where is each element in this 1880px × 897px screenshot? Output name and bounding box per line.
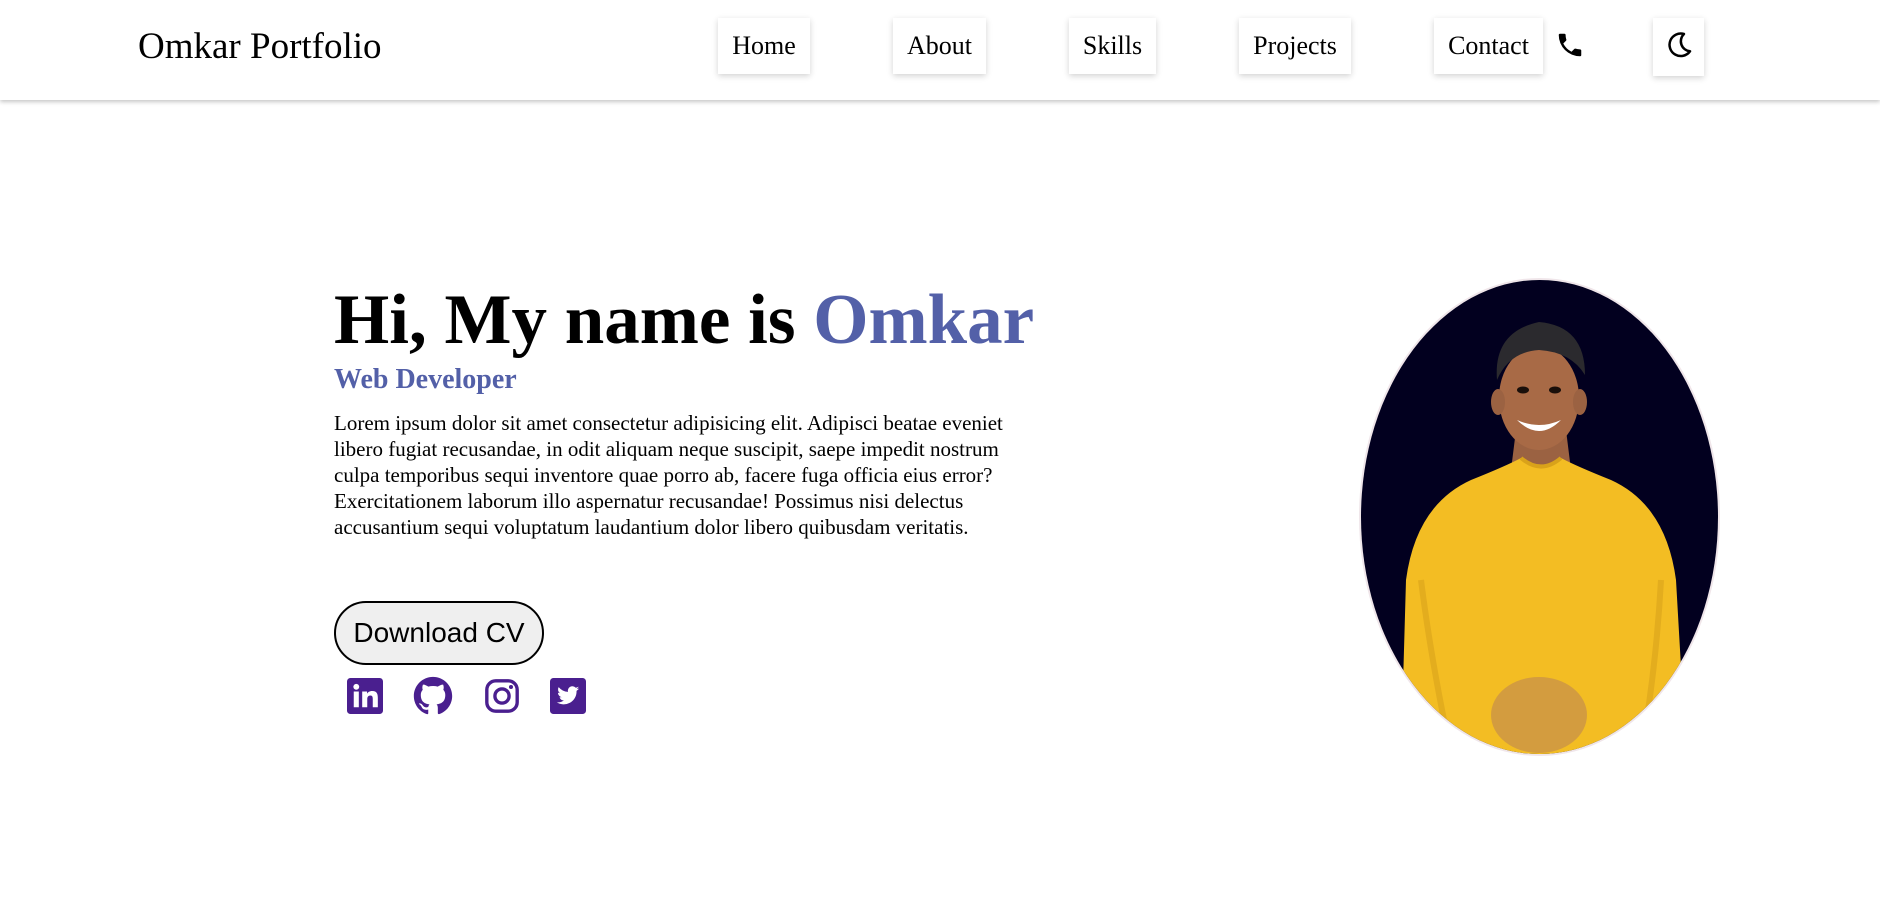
phone-icon[interactable]: [1555, 30, 1585, 60]
github-icon[interactable]: [413, 676, 453, 716]
navbar: Omkar Portfolio Home About Skills Projec…: [0, 0, 1880, 100]
nav-home[interactable]: Home: [718, 18, 810, 74]
brand-logo[interactable]: Omkar Portfolio: [138, 24, 382, 70]
nav-skills[interactable]: Skills: [1069, 18, 1156, 74]
theme-toggle-button[interactable]: [1653, 18, 1704, 76]
hero-title-name: Omkar: [813, 281, 1035, 359]
download-cv-button[interactable]: Download CV: [334, 601, 544, 665]
instagram-icon[interactable]: [482, 676, 522, 716]
hero-title-prefix: Hi, My name is: [334, 281, 814, 359]
nav-contact[interactable]: Contact: [1434, 18, 1543, 74]
hero-title: Hi, My name is Omkar: [334, 278, 1034, 362]
profile-photo: [1359, 278, 1720, 756]
twitter-icon[interactable]: [548, 676, 588, 716]
hero-description: Lorem ipsum dolor sit amet consectetur a…: [334, 411, 1003, 539]
hero-role: Web Developer: [334, 364, 517, 395]
nav-about[interactable]: About: [893, 18, 986, 74]
nav-projects[interactable]: Projects: [1239, 18, 1351, 74]
linkedin-icon[interactable]: [345, 676, 385, 716]
moon-icon: [1664, 30, 1694, 65]
